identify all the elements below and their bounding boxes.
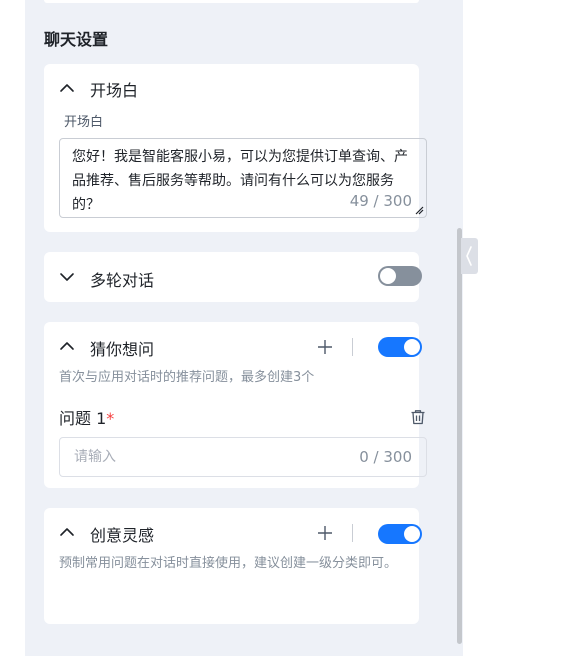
- plus-icon[interactable]: [317, 525, 333, 541]
- opening-card-header[interactable]: 开场白: [44, 64, 419, 112]
- inspiration-title: 创意灵感: [90, 526, 155, 545]
- resize-handle-icon[interactable]: [414, 205, 424, 215]
- guess-card: 猜你想问 首次与应用对话时的推荐问题，最多创建3个 问题 1* 请输入 0 / …: [44, 322, 427, 488]
- required-mark: *: [106, 409, 115, 428]
- multi-turn-card-header[interactable]: 多轮对话: [44, 252, 419, 300]
- guess-card-header[interactable]: 猜你想问: [44, 322, 419, 370]
- toggle-knob: [404, 339, 420, 355]
- opening-field-label: 开场白: [64, 115, 104, 130]
- chevron-left-icon: [466, 246, 472, 266]
- toggle-knob: [380, 268, 396, 284]
- plus-icon[interactable]: [317, 339, 333, 355]
- question-1-input[interactable]: 请输入 0 / 300: [59, 437, 427, 477]
- chevron-up-icon[interactable]: [59, 338, 75, 354]
- chevron-down-icon[interactable]: [59, 269, 75, 285]
- guess-toggle[interactable]: [378, 337, 422, 357]
- multi-turn-toggle[interactable]: [378, 266, 422, 286]
- chevron-up-icon[interactable]: [59, 524, 75, 540]
- inspiration-description: 预制常用问题在对话时直接使用，建议创建一级分类即可。: [59, 556, 398, 571]
- multi-turn-title: 多轮对话: [90, 271, 155, 290]
- panel-collapse-button[interactable]: [461, 238, 478, 274]
- chat-settings-panel: 聊天设置 开场白 开场白 您好！我是智能客服小易，可以为您提供订单查询、产品推荐…: [25, 0, 463, 656]
- guess-title: 猜你想问: [90, 340, 155, 359]
- inspiration-card-header[interactable]: 创意灵感: [44, 508, 419, 556]
- multi-turn-card: 多轮对话: [44, 252, 422, 302]
- inspiration-toggle[interactable]: [378, 524, 422, 544]
- inspiration-card: 创意灵感 预制常用问题在对话时直接使用，建议创建一级分类即可。: [44, 508, 422, 624]
- section-title: 聊天设置: [44, 30, 109, 49]
- opening-textarea[interactable]: 您好！我是智能客服小易，可以为您提供订单查询、产品推荐、售后服务等帮助。请问有什…: [59, 138, 427, 218]
- divider: [352, 338, 353, 356]
- opening-card-title: 开场白: [90, 81, 139, 100]
- divider: [352, 524, 353, 542]
- chevron-up-icon[interactable]: [59, 80, 75, 96]
- question-label-text: 问题 1: [59, 409, 107, 428]
- question-input-counter: 0 / 300: [359, 448, 412, 466]
- trash-icon[interactable]: [410, 409, 426, 425]
- question-label: 问题 1*: [59, 405, 114, 429]
- opening-card: 开场白 开场白 您好！我是智能客服小易，可以为您提供订单查询、产品推荐、售后服务…: [44, 64, 427, 232]
- previous-card-edge: [44, 0, 419, 3]
- scrollbar-thumb[interactable]: [457, 228, 462, 644]
- question-input-placeholder: 请输入: [74, 449, 116, 465]
- guess-description: 首次与应用对话时的推荐问题，最多创建3个: [59, 370, 315, 385]
- opening-counter: 49 / 300: [349, 192, 412, 210]
- toggle-knob: [404, 526, 420, 542]
